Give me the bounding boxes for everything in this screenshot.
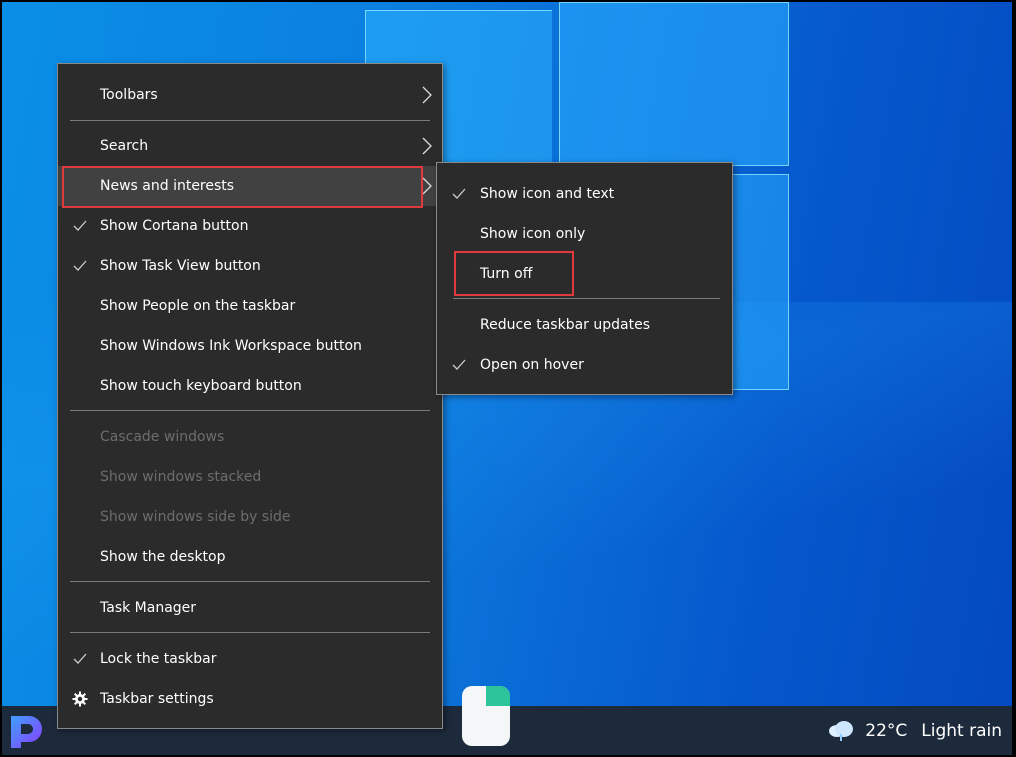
- checkmark-icon: [73, 220, 87, 231]
- weather-condition: Light rain: [921, 720, 1002, 741]
- menu-separator: [70, 632, 430, 633]
- menu-item-task-manager[interactable]: Task Manager: [58, 588, 442, 628]
- submenu-item-show-icon-and-text[interactable]: Show icon and text: [437, 174, 732, 214]
- app-logo-icon[interactable]: [6, 712, 48, 750]
- menu-item-cascade-windows: Cascade windows: [100, 429, 225, 445]
- checkmark-icon: [73, 653, 87, 664]
- menu-item-show-windows-ink-workspace[interactable]: Show Windows Ink Workspace button: [58, 326, 442, 366]
- taskbar-context-menu: Toolbars Search News and interests Show …: [57, 63, 443, 729]
- submenu-item-open-on-hover[interactable]: Open on hover: [437, 345, 732, 385]
- menu-item-lock-the-taskbar[interactable]: Lock the taskbar: [58, 639, 442, 679]
- menu-separator: [70, 581, 430, 582]
- submenu-item-reduce-taskbar-updates[interactable]: Reduce taskbar updates: [437, 305, 732, 345]
- checkmark-icon: [73, 260, 87, 271]
- chevron-right-icon: [422, 86, 432, 104]
- menu-item-show-touch-keyboard[interactable]: Show touch keyboard button: [58, 366, 442, 406]
- submenu-item-show-icon-only[interactable]: Show icon only: [437, 214, 732, 254]
- news-widget-icon[interactable]: [460, 684, 512, 748]
- news-and-interests-submenu: Show icon and text Show icon only Turn o…: [436, 162, 733, 395]
- menu-item-show-the-desktop[interactable]: Show the desktop: [58, 537, 442, 577]
- weather-temperature: 22°C: [865, 720, 908, 741]
- gear-icon: [72, 691, 88, 707]
- menu-item-show-people[interactable]: Show People on the taskbar: [58, 286, 442, 326]
- menu-item-taskbar-settings[interactable]: Taskbar settings: [58, 679, 442, 719]
- wallpaper-windows-logo-pane: [559, 2, 789, 166]
- chevron-right-icon: [422, 137, 432, 155]
- menu-separator: [70, 410, 430, 411]
- menu-item-news-and-interests[interactable]: News and interests: [58, 166, 442, 206]
- submenu-item-turn-off[interactable]: Turn off: [437, 254, 732, 294]
- menu-item-show-cortana-button[interactable]: Show Cortana button: [58, 206, 442, 246]
- menu-item-search[interactable]: Search: [58, 126, 442, 166]
- weather-widget[interactable]: 22°C Light rain: [827, 706, 1002, 755]
- chevron-right-icon: [422, 177, 432, 195]
- menu-item-show-task-view-button[interactable]: Show Task View button: [58, 246, 442, 286]
- menu-item-show-windows-side-by-side: Show windows side by side: [100, 509, 291, 525]
- cloud-rain-icon: [829, 720, 854, 741]
- menu-item-toolbars[interactable]: Toolbars: [58, 75, 442, 115]
- menu-item-show-windows-stacked: Show windows stacked: [100, 469, 262, 485]
- checkmark-icon: [452, 359, 466, 370]
- menu-separator: [70, 120, 430, 121]
- menu-separator: [453, 298, 720, 299]
- checkmark-icon: [452, 188, 466, 199]
